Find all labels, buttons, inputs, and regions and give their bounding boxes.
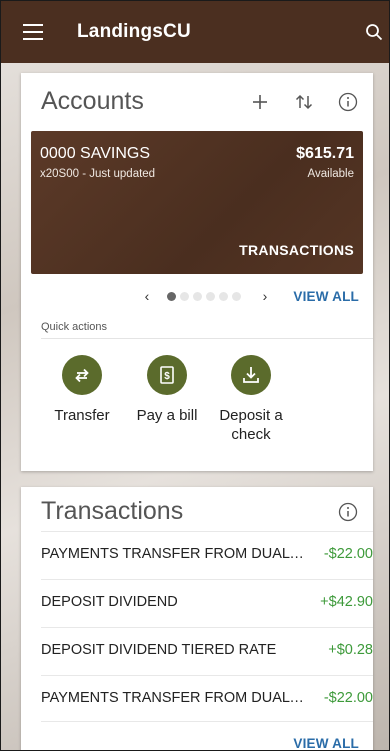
account-pager: ‹ ›	[139, 288, 273, 304]
transaction-amount: +$42.90	[320, 594, 373, 610]
pager-dot[interactable]	[180, 291, 189, 301]
account-subtitle: x20S00 - Just updated	[40, 168, 156, 180]
quick-action-label: Deposit a check	[219, 407, 283, 443]
quick-action-deposit-check[interactable]: Deposit a check	[206, 355, 296, 444]
transactions-title: Transactions	[41, 497, 184, 525]
pager-dots	[167, 291, 245, 301]
search-icon[interactable]	[365, 23, 383, 41]
transaction-row[interactable]: PAYMENTS TRANSFER FROM DUAL AUTO -$22.00	[41, 675, 373, 719]
account-balance: $615.71	[296, 145, 354, 162]
app-screen: LandingsCU Accounts 0000 SAVINGS x20S00 …	[0, 0, 390, 751]
accounts-view-all-link[interactable]: VIEW ALL	[293, 289, 359, 304]
quick-action-transfer[interactable]: Transfer	[37, 355, 127, 425]
quick-action-label: Transfer	[54, 407, 110, 424]
pager-next-icon[interactable]: ›	[257, 288, 273, 304]
pager-prev-icon[interactable]: ‹	[139, 288, 155, 304]
pager-dot[interactable]	[219, 291, 228, 301]
hamburger-menu-icon[interactable]	[23, 24, 43, 40]
transaction-amount: -$22.00	[323, 690, 373, 706]
transaction-row[interactable]: PAYMENTS TRANSFER FROM DUAL AUTO -$22.00	[41, 531, 373, 575]
account-balance-label: Available	[307, 168, 354, 180]
transaction-description: DEPOSIT DIVIDEND	[41, 594, 178, 610]
app-bar: LandingsCU	[1, 1, 389, 63]
quick-action-pay-bill[interactable]: $ Pay a bill	[122, 355, 212, 425]
info-icon[interactable]	[337, 501, 359, 523]
account-name: 0000 SAVINGS	[40, 145, 150, 162]
download-icon	[231, 355, 271, 395]
pager-dot[interactable]	[167, 291, 176, 301]
account-transactions-link[interactable]: TRANSACTIONS	[239, 242, 354, 258]
transactions-view-all-link[interactable]: VIEW ALL	[293, 736, 359, 750]
account-tile-savings[interactable]: 0000 SAVINGS x20S00 - Just updated $615.…	[31, 131, 363, 274]
pager-dot[interactable]	[232, 291, 241, 301]
transaction-description: PAYMENTS TRANSFER FROM DUAL AUTO	[41, 690, 306, 706]
add-icon[interactable]	[249, 91, 271, 113]
quick-actions-divider	[41, 338, 373, 339]
info-icon[interactable]	[337, 91, 359, 113]
transaction-amount: +$0.28	[328, 642, 373, 658]
receipt-icon: $	[147, 355, 187, 395]
transfer-icon	[62, 355, 102, 395]
pager-dot[interactable]	[206, 291, 215, 301]
quick-action-label: Pay a bill	[136, 407, 198, 424]
accounts-title: Accounts	[41, 87, 144, 115]
transaction-description: DEPOSIT DIVIDEND TIERED RATE	[41, 642, 277, 658]
transaction-row[interactable]: DEPOSIT DIVIDEND +$42.90	[41, 579, 373, 623]
svg-text:$: $	[164, 371, 170, 382]
sort-icon[interactable]	[293, 91, 315, 113]
pager-dot[interactable]	[193, 291, 202, 301]
quick-actions-label: Quick actions	[41, 321, 108, 333]
transaction-amount: -$22.00	[323, 546, 373, 562]
transaction-row[interactable]: DEPOSIT DIVIDEND TIERED RATE +$0.28	[41, 627, 373, 671]
accounts-card: Accounts 0000 SAVINGS x20S00 - Just upda…	[21, 73, 373, 471]
accounts-header-actions	[227, 91, 359, 113]
app-title: LandingsCU	[77, 21, 191, 42]
transaction-description: PAYMENTS TRANSFER FROM DUAL AUTO	[41, 546, 306, 562]
transactions-card: Transactions PAYMENTS TRANSFER FROM DUAL…	[21, 487, 373, 750]
